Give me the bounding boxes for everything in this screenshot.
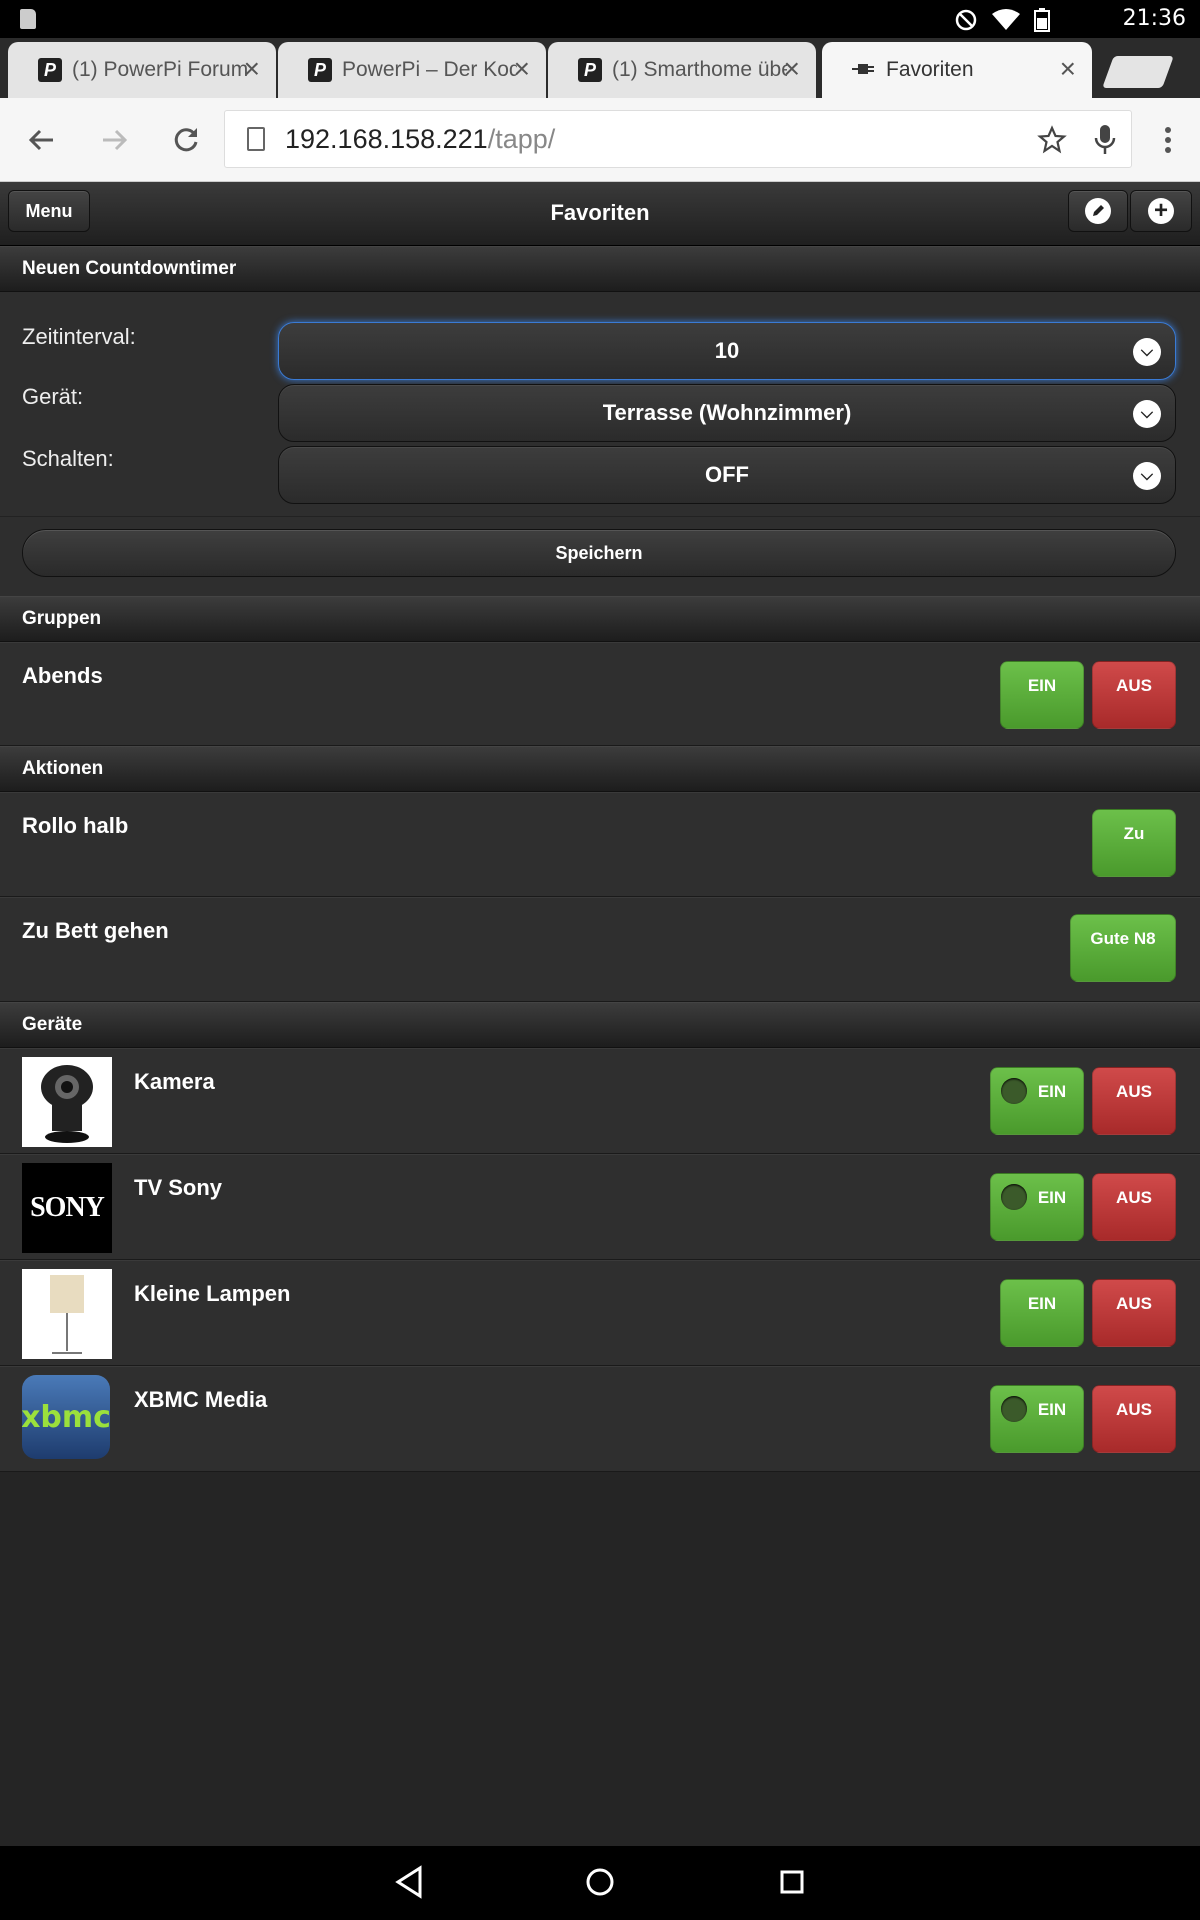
plug-favicon-icon xyxy=(852,58,874,82)
sd-card-icon xyxy=(20,9,36,29)
close-tab-icon[interactable]: × xyxy=(784,54,800,84)
interval-value: 10 xyxy=(714,338,740,363)
interval-label: Zeitinterval: xyxy=(22,324,136,349)
web-app: Menu Favoriten + Neuen Countdowntimer Ze… xyxy=(0,182,1200,1846)
section-header-actions: Aktionen xyxy=(0,746,1200,792)
on-button[interactable]: EIN xyxy=(990,1385,1084,1453)
url-text: 192.168.158.221/tapp/ xyxy=(285,124,556,154)
recents-nav-icon[interactable] xyxy=(774,1864,810,1900)
browser-toolbar: 192.168.158.221/tapp/ xyxy=(0,98,1200,182)
device-label: Gerät: xyxy=(22,384,84,409)
off-button[interactable]: AUS xyxy=(1092,661,1176,729)
status-bar: 21:36 xyxy=(0,0,1200,38)
browser-tab[interactable]: P (1) Smarthome übe × xyxy=(548,42,816,98)
action-name: Rollo halb xyxy=(22,813,129,838)
powerpi-favicon-icon: P xyxy=(308,58,332,82)
group-name: Abends xyxy=(22,663,103,688)
chevron-down-icon: ⌵ xyxy=(1133,338,1161,366)
on-button[interactable]: EIN xyxy=(1000,1279,1084,1347)
list-item: Rollo halb Zu xyxy=(0,792,1200,897)
status-indicator xyxy=(1001,1184,1027,1210)
add-button[interactable]: + xyxy=(1130,190,1192,232)
on-button[interactable]: EIN xyxy=(1000,661,1084,729)
chevron-down-icon: ⌵ xyxy=(1133,400,1161,428)
clock: 21:36 xyxy=(1122,6,1186,31)
more-menu-icon[interactable] xyxy=(1148,120,1188,160)
close-tab-icon[interactable]: × xyxy=(1060,54,1076,84)
browser-tab[interactable]: P (1) PowerPi Forum × xyxy=(8,42,276,98)
close-tab-icon[interactable]: × xyxy=(514,54,530,84)
switch-value: OFF xyxy=(705,462,749,487)
browser-tab[interactable]: P PowerPi – Der Kod × xyxy=(278,42,546,98)
back-icon[interactable] xyxy=(22,120,62,160)
tab-strip: P (1) PowerPi Forum × P PowerPi – Der Ko… xyxy=(0,38,1200,98)
tab-title: (1) PowerPi Forum xyxy=(72,58,247,81)
forward-icon[interactable] xyxy=(94,120,134,160)
system-nav-bar xyxy=(0,1846,1200,1920)
list-item: Kleine Lampen EIN AUS xyxy=(0,1260,1200,1366)
back-nav-icon[interactable] xyxy=(392,1864,428,1900)
switch-select[interactable]: OFF ⌵ xyxy=(278,446,1176,504)
list-item: Kamera EIN AUS xyxy=(0,1048,1200,1154)
save-row: Speichern xyxy=(0,516,1200,596)
section-header-groups: Gruppen xyxy=(0,596,1200,642)
off-button[interactable]: AUS xyxy=(1092,1279,1176,1347)
device-name: Kleine Lampen xyxy=(134,1281,291,1306)
sony-logo: SONY xyxy=(22,1163,112,1253)
section-header-countdown: Neuen Countdowntimer xyxy=(0,246,1200,292)
on-button[interactable]: EIN xyxy=(990,1173,1084,1241)
battery-icon xyxy=(1034,8,1050,32)
powerpi-favicon-icon: P xyxy=(38,58,62,82)
off-button[interactable]: AUS xyxy=(1092,1067,1176,1135)
countdown-form: Zeitinterval: 10 ⌵ Gerät: Terrasse (Wohn… xyxy=(0,292,1200,516)
reload-icon[interactable] xyxy=(166,120,206,160)
device-name: Kamera xyxy=(134,1069,215,1094)
bookmark-star-icon[interactable] xyxy=(1037,125,1067,155)
off-button[interactable]: AUS xyxy=(1092,1173,1176,1241)
pencil-icon xyxy=(1085,198,1111,224)
home-nav-icon[interactable] xyxy=(582,1864,618,1900)
tab-title: (1) Smarthome übe xyxy=(612,58,787,81)
do-not-disturb-icon xyxy=(955,9,977,31)
close-tab-icon[interactable]: × xyxy=(244,54,260,84)
device-name: TV Sony xyxy=(134,1175,223,1200)
browser-tab-active[interactable]: Favoriten × xyxy=(822,42,1092,98)
section-header-devices: Geräte xyxy=(0,1002,1200,1048)
on-button[interactable]: EIN xyxy=(990,1067,1084,1135)
xbmc-logo: xbmc xyxy=(22,1375,112,1465)
device-select[interactable]: Terrasse (Wohnzimmer) ⌵ xyxy=(278,384,1176,442)
list-item: SONY TV Sony EIN AUS xyxy=(0,1154,1200,1260)
address-bar[interactable]: 192.168.158.221/tapp/ xyxy=(224,110,1132,168)
list-item: Zu Bett gehen Gute N8 xyxy=(0,897,1200,1002)
device-name: XBMC Media xyxy=(134,1387,268,1412)
page-icon xyxy=(247,127,265,151)
plus-icon: + xyxy=(1148,198,1174,224)
page-title: Favoriten xyxy=(550,200,650,225)
action-button[interactable]: Zu xyxy=(1092,809,1176,877)
list-item: Abends EIN AUS xyxy=(0,642,1200,746)
list-item: xbmc XBMC Media EIN AUS xyxy=(0,1366,1200,1472)
tab-title: Favoriten xyxy=(886,58,974,81)
chevron-down-icon: ⌵ xyxy=(1133,462,1161,490)
interval-select[interactable]: 10 ⌵ xyxy=(278,322,1176,380)
action-name: Zu Bett gehen xyxy=(22,918,169,943)
camera-thumbnail xyxy=(22,1057,112,1147)
app-header: Menu Favoriten + xyxy=(0,182,1200,246)
action-button[interactable]: Gute N8 xyxy=(1070,914,1176,982)
switch-label: Schalten: xyxy=(22,446,114,471)
save-button[interactable]: Speichern xyxy=(22,529,1176,577)
off-button[interactable]: AUS xyxy=(1092,1385,1176,1453)
edit-button[interactable] xyxy=(1068,190,1128,232)
microphone-icon[interactable] xyxy=(1093,123,1117,157)
status-indicator xyxy=(1001,1396,1027,1422)
tab-title: PowerPi – Der Kod xyxy=(342,58,517,81)
new-tab-button[interactable] xyxy=(1102,56,1174,88)
status-indicator xyxy=(1001,1078,1027,1104)
wifi-icon xyxy=(992,9,1020,30)
device-value: Terrasse (Wohnzimmer) xyxy=(602,400,852,425)
powerpi-favicon-icon: P xyxy=(578,58,602,82)
lamp-thumbnail xyxy=(22,1269,112,1359)
